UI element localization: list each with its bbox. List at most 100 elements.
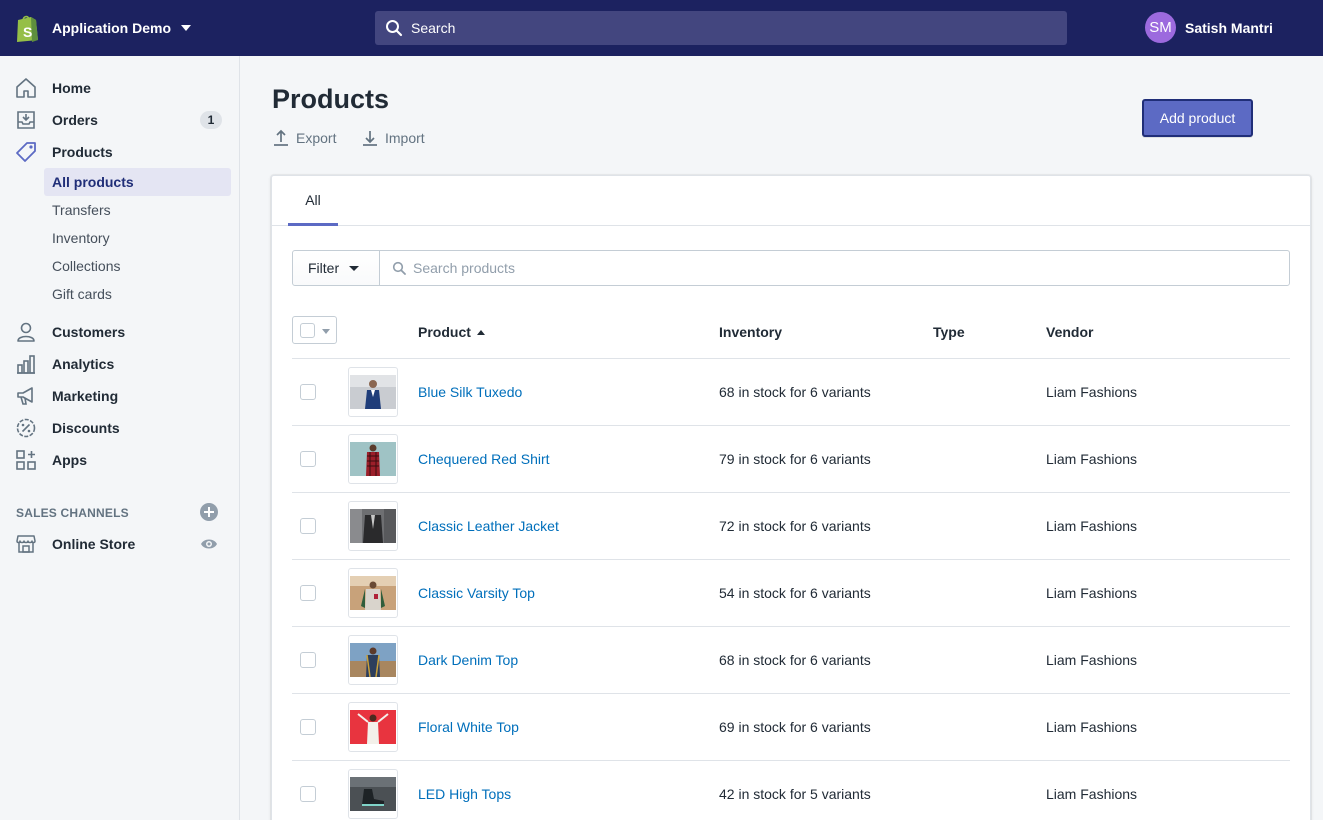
tab-all[interactable]: All [288, 176, 338, 226]
orders-count-badge: 1 [200, 111, 222, 129]
product-image [350, 509, 396, 543]
column-header-inventory: Inventory [719, 324, 783, 340]
chevron-down-icon [349, 265, 360, 271]
column-header-type: Type [933, 324, 965, 340]
sidebar-item-marketing[interactable]: Marketing [0, 380, 239, 412]
store-switcher[interactable]: S Application Demo [0, 13, 375, 43]
sidebar-subitem-all-products[interactable]: All products [44, 168, 231, 196]
filter-button[interactable]: Filter [292, 250, 380, 286]
product-thumbnail[interactable] [348, 501, 398, 551]
search-icon [386, 20, 403, 37]
search-placeholder: Search [411, 20, 456, 36]
product-name-link[interactable]: Chequered Red Shirt [418, 451, 550, 467]
eye-icon[interactable] [200, 535, 218, 553]
product-image [350, 576, 396, 610]
table-row[interactable]: Blue Silk Tuxedo 68 in stock for 6 varia… [292, 359, 1290, 426]
row-checkbox[interactable] [300, 518, 316, 534]
sidebar: Home Orders 1 Products All products Tran… [0, 56, 240, 820]
product-name-link[interactable]: LED High Tops [418, 786, 511, 802]
table-row[interactable]: Floral White Top 69 in stock for 6 varia… [292, 694, 1290, 761]
sidebar-item-analytics[interactable]: Analytics [0, 348, 239, 380]
product-image [350, 643, 396, 677]
person-icon [17, 322, 35, 342]
sidebar-item-home[interactable]: Home [0, 72, 239, 104]
global-search-input[interactable]: Search [375, 11, 1067, 45]
user-menu[interactable]: SM Satish Mantri [1145, 12, 1273, 43]
bar-chart-icon [17, 355, 35, 374]
product-image [350, 710, 396, 744]
row-checkbox[interactable] [300, 585, 316, 601]
vendor-cell: Liam Fashions [1046, 786, 1138, 802]
inventory-cell: 68 in stock for 6 variants [719, 652, 871, 668]
store-name: Application Demo [52, 20, 172, 36]
sidebar-subitem-collections[interactable]: Collections [44, 252, 231, 280]
column-header-label: Product [418, 324, 471, 340]
product-thumbnail[interactable] [348, 769, 398, 819]
sidebar-subitem-gift-cards[interactable]: Gift cards [44, 280, 231, 308]
row-checkbox[interactable] [300, 786, 316, 802]
product-name-link[interactable]: Classic Varsity Top [418, 585, 535, 601]
vendor-cell: Liam Fashions [1046, 451, 1138, 467]
product-name-link[interactable]: Blue Silk Tuxedo [418, 384, 522, 400]
chevron-down-icon [181, 25, 192, 31]
vendor-cell: Liam Fashions [1046, 518, 1138, 534]
sidebar-item-customers[interactable]: Customers [0, 316, 239, 348]
product-name-link[interactable]: Classic Leather Jacket [418, 518, 559, 534]
row-checkbox[interactable] [300, 384, 316, 400]
table-row[interactable]: Dark Denim Top 68 in stock for 6 variant… [292, 627, 1290, 694]
sidebar-item-products[interactable]: Products [0, 136, 239, 168]
vendor-cell: Liam Fashions [1046, 585, 1138, 601]
sidebar-item-label: Home [52, 80, 91, 96]
inventory-cell: 42 in stock for 5 variants [719, 786, 871, 802]
product-thumbnail[interactable] [348, 367, 398, 417]
search-products-input[interactable] [413, 260, 1273, 276]
product-thumbnail[interactable] [348, 702, 398, 752]
product-thumbnail[interactable] [348, 635, 398, 685]
product-thumbnail[interactable] [348, 568, 398, 618]
sidebar-item-label: Online Store [52, 536, 136, 552]
row-checkbox[interactable] [300, 719, 316, 735]
megaphone-icon [17, 387, 33, 405]
select-all-checkbox[interactable] [292, 316, 337, 344]
row-checkbox[interactable] [300, 451, 316, 467]
vendor-cell: Liam Fashions [1046, 384, 1138, 400]
sidebar-subitem-transfers[interactable]: Transfers [44, 196, 231, 224]
apps-icon [16, 450, 36, 470]
product-thumbnail[interactable] [348, 434, 398, 484]
table-row[interactable]: LED High Tops 42 in stock for 5 variants… [292, 761, 1290, 820]
table-row[interactable]: Chequered Red Shirt 79 in stock for 6 va… [292, 426, 1290, 493]
product-image [350, 777, 396, 811]
table-row[interactable]: Classic Varsity Top 54 in stock for 6 va… [292, 560, 1290, 627]
avatar: SM [1145, 12, 1176, 43]
tag-icon [16, 142, 36, 162]
product-search [379, 250, 1290, 286]
export-label: Export [296, 130, 337, 146]
sidebar-item-discounts[interactable]: Discounts [0, 412, 239, 444]
row-checkbox[interactable] [300, 652, 316, 668]
column-header-product[interactable]: Product [418, 324, 485, 340]
user-name: Satish Mantri [1185, 19, 1273, 36]
discount-icon [16, 418, 36, 438]
sidebar-item-online-store[interactable]: Online Store [0, 528, 239, 560]
sidebar-item-orders[interactable]: Orders 1 [0, 104, 239, 136]
tab-bar: All [272, 176, 1310, 226]
sidebar-subitem-inventory[interactable]: Inventory [44, 224, 231, 252]
chevron-down-icon [322, 329, 330, 334]
product-image [350, 375, 396, 409]
shopify-logo-icon: S [17, 15, 38, 42]
vendor-cell: Liam Fashions [1046, 652, 1138, 668]
add-sales-channel-icon[interactable] [200, 503, 218, 521]
sort-ascending-icon [476, 330, 485, 335]
sidebar-item-label: Customers [52, 324, 126, 340]
products-card: All Filter Product Inventory Type Vendor [271, 175, 1311, 820]
import-button[interactable]: Import [361, 129, 425, 147]
sidebar-item-apps[interactable]: Apps [0, 444, 239, 476]
add-product-button[interactable]: Add product [1142, 99, 1253, 137]
table-row[interactable]: Classic Leather Jacket 72 in stock for 6… [292, 493, 1290, 560]
product-name-link[interactable]: Dark Denim Top [418, 652, 518, 668]
sidebar-item-label: Products [52, 144, 113, 160]
product-name-link[interactable]: Floral White Top [418, 719, 519, 735]
sidebar-item-label: Analytics [52, 356, 115, 372]
export-button[interactable]: Export [272, 129, 336, 147]
store-icon [16, 535, 36, 553]
